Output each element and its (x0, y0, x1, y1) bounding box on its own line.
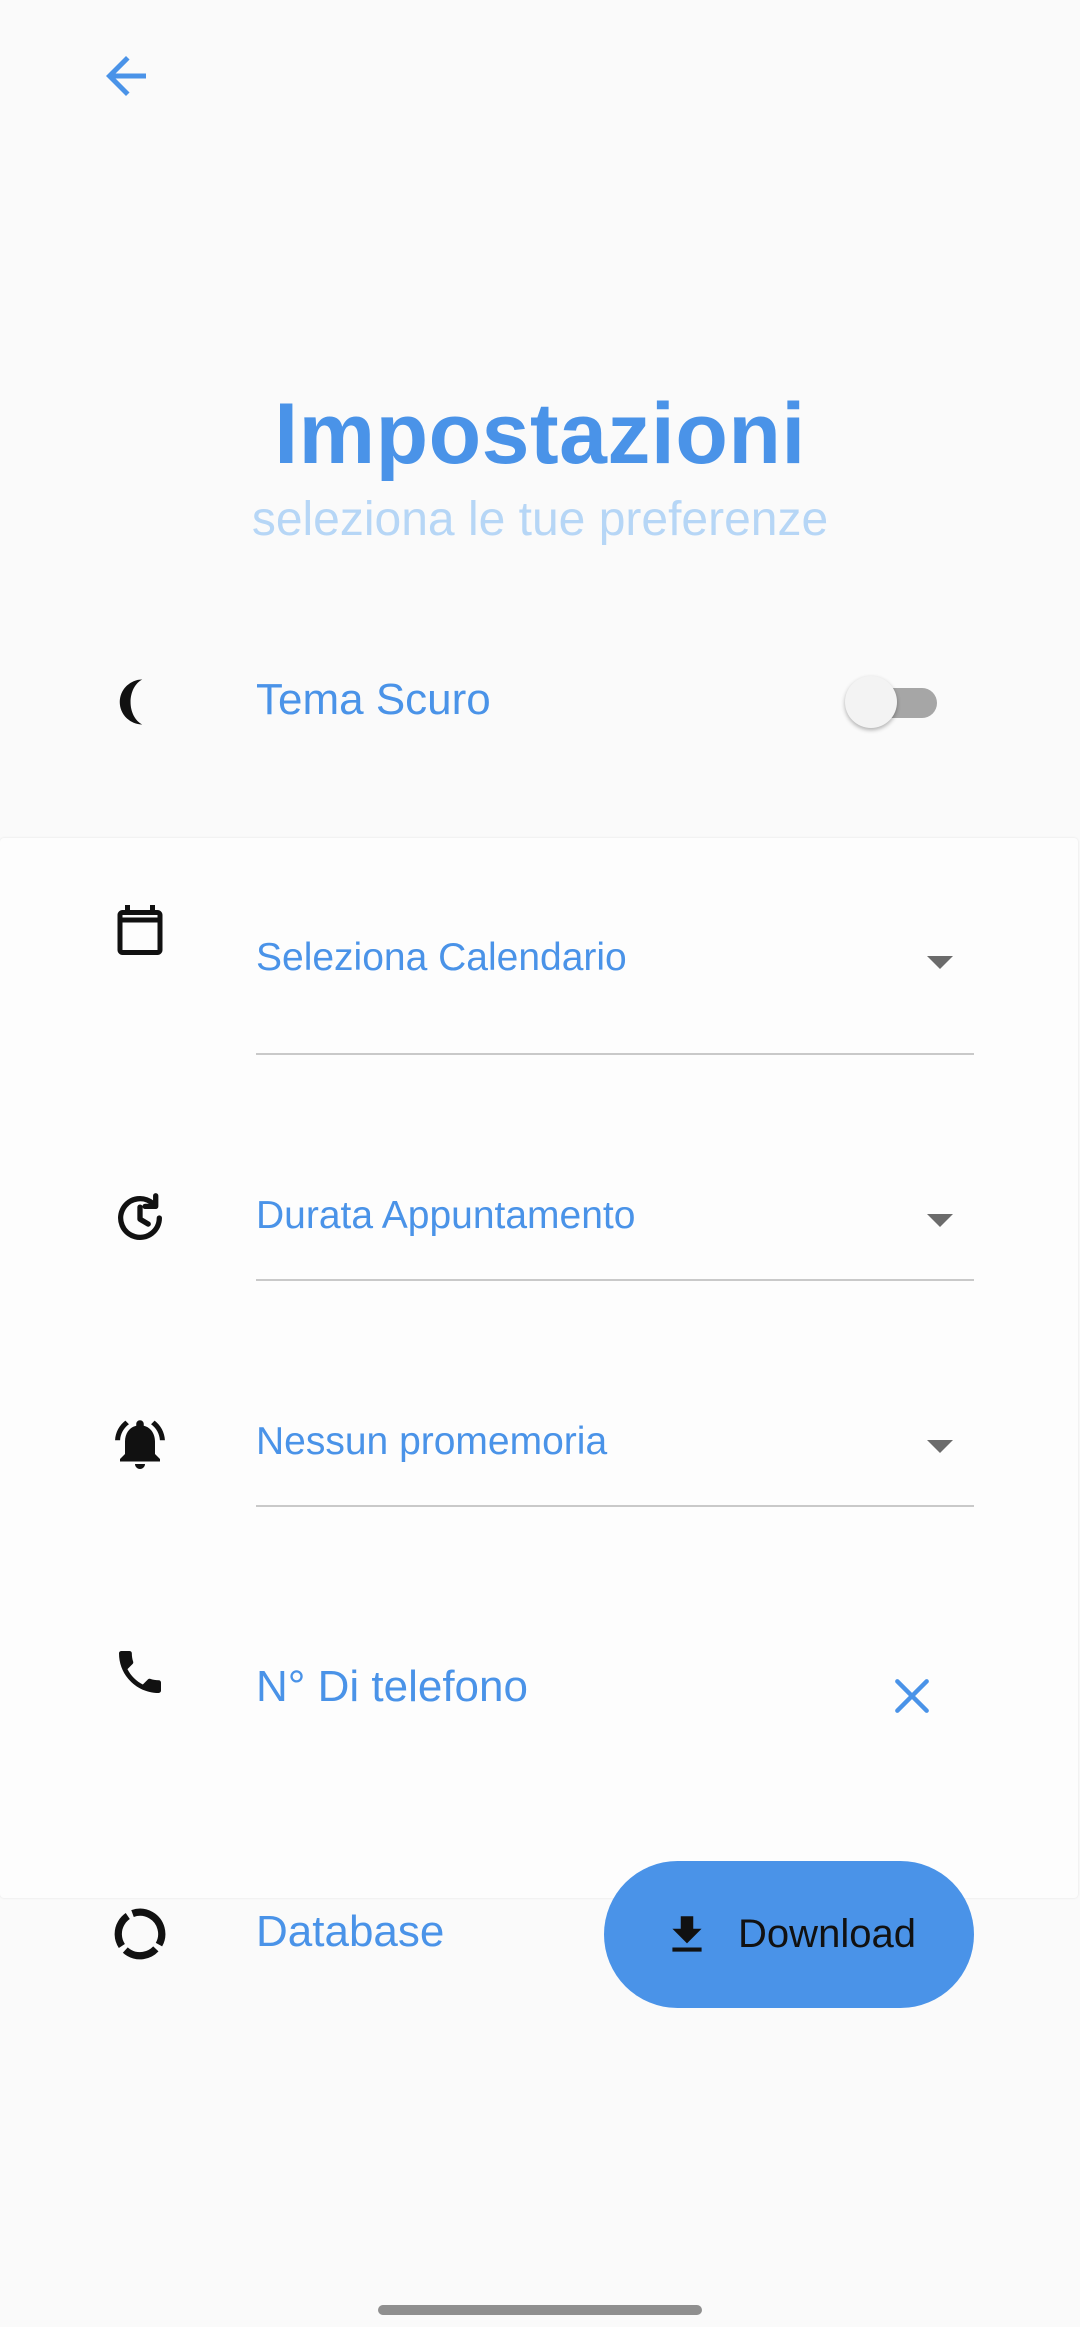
clock-refresh-icon (104, 1182, 176, 1254)
moon-icon (104, 666, 176, 738)
download-button-label: Download (738, 1912, 916, 1956)
calendar-dropdown-underline (256, 1053, 974, 1055)
dropdown-arrow-icon (927, 956, 953, 969)
duration-dropdown-underline (256, 1279, 974, 1281)
dropdown-arrow-icon (927, 1214, 953, 1227)
clear-phone-button[interactable] (884, 1668, 940, 1724)
toggle-thumb (845, 676, 897, 728)
gesture-navigation-bar[interactable] (378, 2305, 702, 2315)
download-button[interactable]: Download (604, 1861, 974, 2008)
page-title: Impostazioni (274, 386, 806, 482)
database-label: Database (256, 1907, 445, 1956)
duration-dropdown[interactable]: Durata Appuntamento (256, 1178, 974, 1258)
calendar-dropdown[interactable]: Seleziona Calendario (256, 920, 974, 1000)
dropdown-arrow-icon (927, 1440, 953, 1453)
arrow-back-icon (106, 56, 146, 96)
back-button[interactable] (90, 40, 162, 112)
reminder-dropdown-label: Nessun promemoria (256, 1420, 608, 1463)
reminder-dropdown-underline (256, 1505, 974, 1507)
calendar-icon (104, 894, 176, 966)
close-icon (895, 1679, 929, 1713)
download-icon (672, 1915, 702, 1952)
duration-dropdown-label: Durata Appuntamento (256, 1194, 636, 1237)
alarm-bell-icon (104, 1408, 176, 1480)
progress-ring-icon (104, 1898, 176, 1970)
phone-input[interactable]: N° Di telefono (256, 1662, 528, 1712)
dark-theme-toggle[interactable] (845, 676, 937, 728)
reminder-dropdown[interactable]: Nessun promemoria (256, 1404, 974, 1484)
phone-icon (104, 1636, 176, 1708)
dark-theme-label: Tema Scuro (256, 675, 491, 724)
calendar-dropdown-label: Seleziona Calendario (256, 936, 627, 979)
page-subtitle: seleziona le tue preferenze (251, 493, 829, 546)
